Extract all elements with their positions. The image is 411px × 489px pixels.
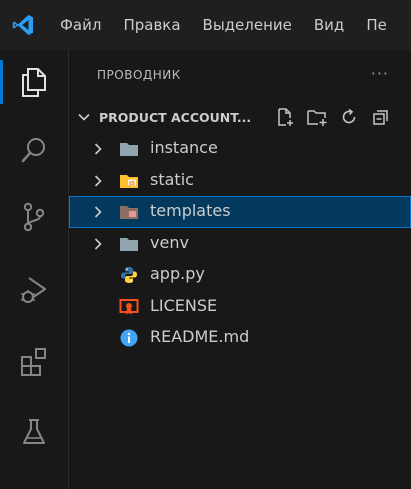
tree-item-venv[interactable]: venv	[69, 228, 411, 260]
folder-icon	[119, 235, 139, 253]
more-actions-button[interactable]: ···	[371, 64, 389, 83]
workspace-title: PRODUCT ACCOUNT...	[99, 109, 252, 125]
tree-item-instance[interactable]: instance	[69, 133, 411, 165]
chevron-right-icon	[91, 173, 105, 192]
new-folder-icon[interactable]	[305, 106, 329, 128]
python-icon	[119, 266, 139, 284]
section-actions	[273, 106, 393, 128]
workspace-section-header[interactable]: PRODUCT ACCOUNT...	[69, 102, 411, 132]
flask-icon	[23, 419, 45, 444]
testing-activity-button[interactable]	[0, 402, 68, 462]
run-debug-icon	[21, 277, 46, 303]
extensions-icon	[21, 348, 46, 376]
folder-templates-icon	[119, 203, 139, 221]
tree-item-app-py[interactable]: app.py	[69, 259, 411, 291]
tree-item-label: static	[150, 169, 194, 189]
collapse-all-icon[interactable]	[369, 106, 393, 128]
menu-view[interactable]: Вид	[303, 16, 355, 34]
chevron-down-icon	[69, 110, 99, 124]
tree-item-label: templates	[150, 201, 231, 220]
title-bar: Файл Правка Выделение Вид Пе	[0, 0, 411, 50]
search-icon	[21, 138, 45, 163]
source-control-icon	[23, 202, 45, 232]
new-file-icon[interactable]	[273, 106, 297, 128]
explorer-sidebar: ПРОВОДНИК ··· PRODUCT ACCOUNT... instanc…	[69, 50, 411, 489]
explorer-title: ПРОВОДНИК	[97, 68, 181, 82]
tree-item-license[interactable]: LICENSE	[69, 291, 411, 323]
source-control-activity-button[interactable]	[0, 187, 68, 247]
chevron-right-icon	[91, 141, 105, 160]
tree-item-label: app.py	[150, 264, 205, 283]
explorer-activity-button[interactable]	[0, 52, 68, 112]
files-icon	[22, 68, 46, 97]
extensions-activity-button[interactable]	[0, 332, 68, 392]
tree-item-static[interactable]: JS static	[69, 165, 411, 197]
refresh-icon[interactable]	[337, 106, 361, 128]
tree-item-templates[interactable]: templates	[69, 196, 411, 228]
explorer-header: ПРОВОДНИК ···	[69, 50, 411, 100]
svg-text:JS: JS	[128, 180, 135, 186]
info-icon	[119, 329, 139, 347]
tree-item-label: LICENSE	[150, 295, 218, 315]
menu-selection[interactable]: Выделение	[192, 16, 303, 34]
menu-edit[interactable]: Правка	[112, 16, 191, 34]
menu-file[interactable]: Файл	[46, 16, 112, 34]
chevron-right-icon	[91, 204, 105, 223]
run-debug-activity-button[interactable]	[0, 260, 68, 320]
chevron-right-icon	[91, 236, 105, 255]
vscode-logo-icon	[0, 0, 46, 50]
folder-icon	[119, 140, 139, 158]
search-activity-button[interactable]	[0, 120, 68, 180]
folder-static-icon: JS	[119, 172, 139, 190]
tree-item-label: instance	[150, 138, 218, 157]
tree-item-label: venv	[150, 232, 189, 252]
file-tree: instance JS static templates venv app.py…	[69, 133, 411, 354]
activity-bar	[0, 50, 69, 489]
tree-item-label: README.md	[150, 327, 250, 346]
license-icon	[119, 298, 139, 316]
menu-go[interactable]: Пе	[355, 16, 398, 34]
tree-item-readme[interactable]: README.md	[69, 322, 411, 354]
